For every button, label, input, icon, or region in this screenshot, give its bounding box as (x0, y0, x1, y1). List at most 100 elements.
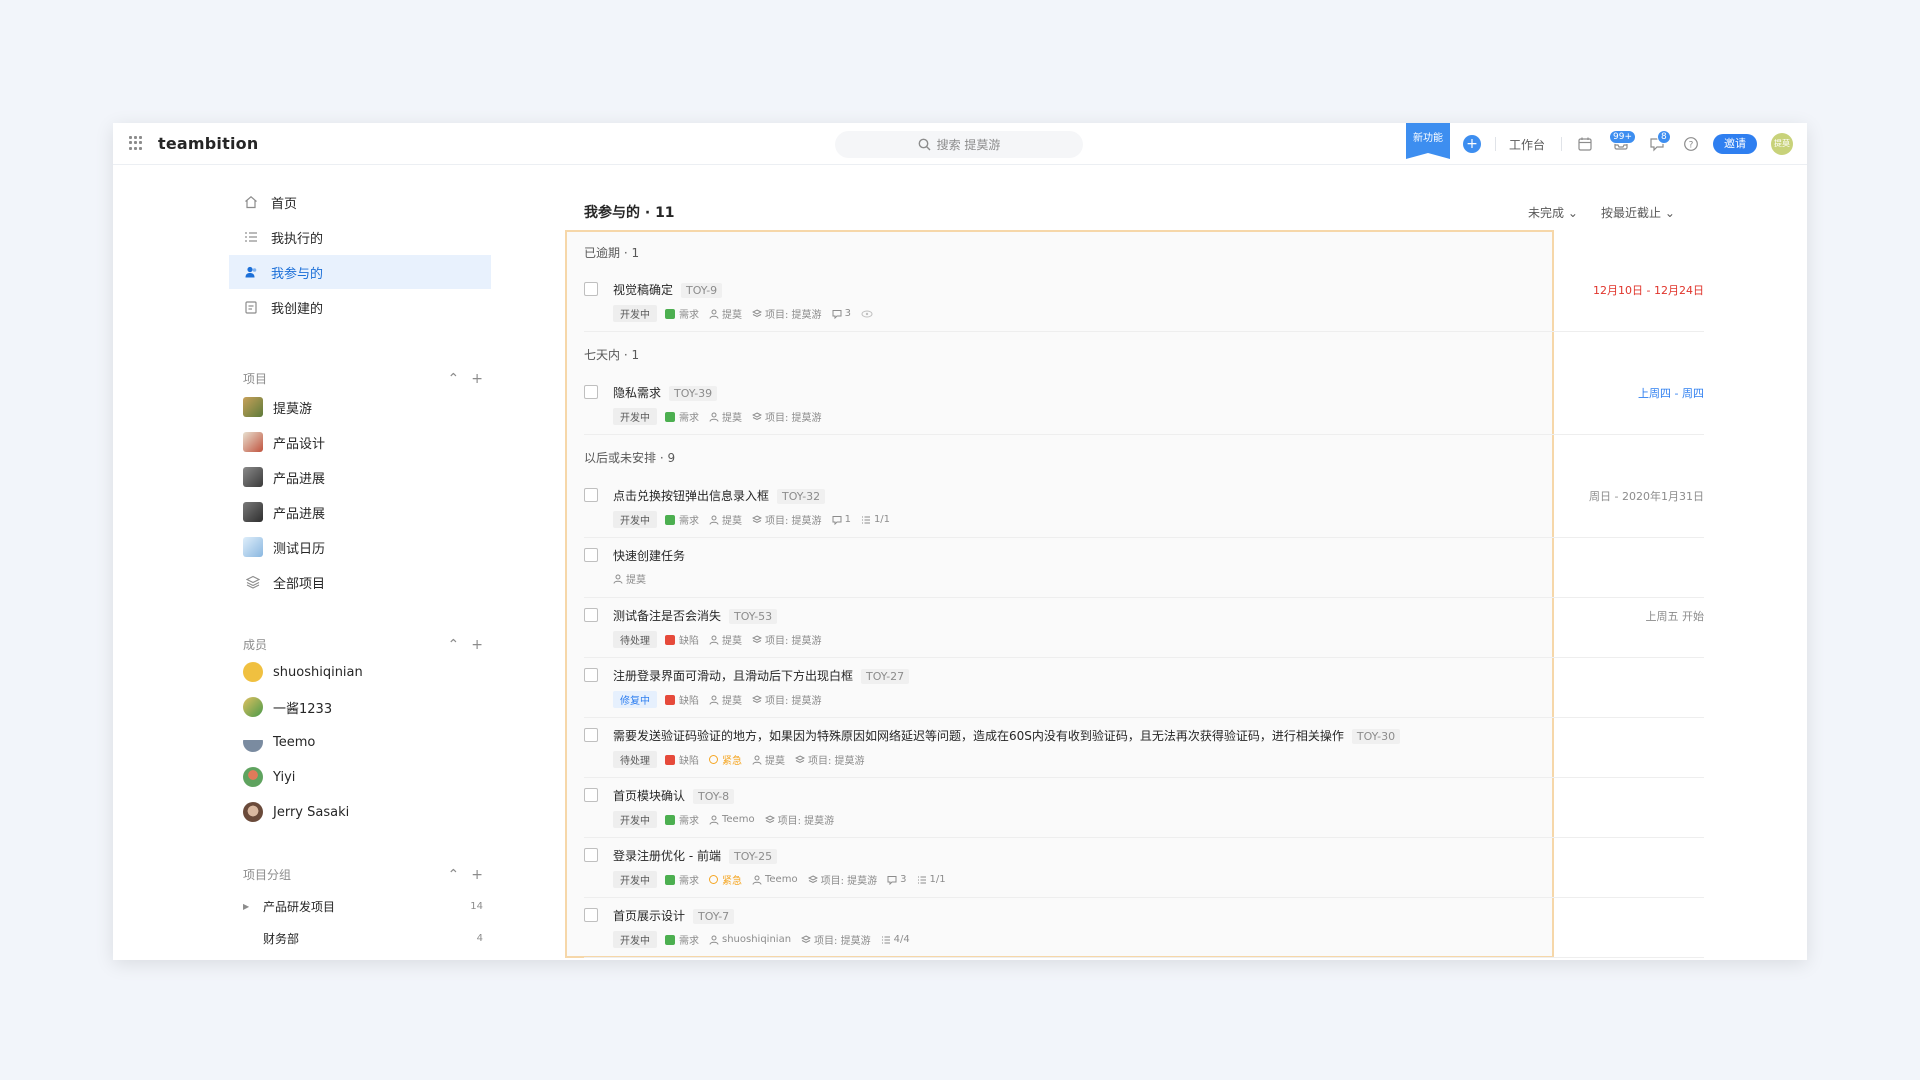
task-title[interactable]: 视觉稿确定 (613, 283, 673, 297)
group-header-later: 以后或未安排 · 9 (584, 451, 676, 465)
project-item[interactable]: 提莫游 (243, 392, 312, 422)
member-label: Yiyi (273, 769, 296, 785)
divider (1495, 137, 1496, 151)
task-checkbox[interactable] (584, 282, 598, 296)
due-date[interactable]: 上周五 开始 (1646, 608, 1705, 624)
task-checkbox[interactable] (584, 728, 598, 742)
add-member-icon[interactable]: + (471, 637, 483, 653)
task-title[interactable]: 注册登录界面可滑动，且滑动后下方出现白框 (613, 669, 853, 683)
task-row[interactable]: 首页模块确认 TOY-8 开发中 需求 Teemo 项目: 提莫游 (584, 778, 1704, 838)
assignee: 提莫 (722, 516, 742, 527)
task-row[interactable]: 注册登录界面可滑动，且滑动后下方出现白框 TOY-27 修复中 缺陷 提莫 项目:… (584, 658, 1704, 718)
project-item[interactable]: 产品设计 (243, 427, 325, 457)
due-date[interactable]: 周日 - 2020年1月31日 (1589, 488, 1704, 504)
status-badge[interactable]: 开发中 (613, 871, 657, 888)
priority-label: 紧急 (722, 756, 742, 767)
task-row[interactable]: 快速创建任务 提莫 (584, 538, 1704, 598)
project-item[interactable]: 测试日历 (243, 532, 325, 562)
task-title[interactable]: 隐私需求 (613, 386, 661, 400)
member-item[interactable]: shuoshiqinian (243, 657, 363, 687)
search-input[interactable]: 搜索 提莫游 (835, 131, 1083, 158)
task-row[interactable]: 登录注册优化 - 前端 TOY-25 开发中 需求 紧急 Teemo 项目: 提莫… (584, 838, 1704, 898)
quick-add-button[interactable]: + (1463, 135, 1481, 153)
user-icon (613, 574, 623, 584)
project-label: 全部项目 (273, 576, 326, 592)
task-checkbox[interactable] (584, 608, 598, 622)
project-thumbnail (243, 537, 263, 557)
status-badge[interactable]: 待处理 (613, 751, 657, 768)
workbench-link[interactable]: 工作台 (1509, 136, 1545, 153)
nav-home[interactable]: 首页 (229, 185, 491, 219)
add-project-icon[interactable]: + (471, 371, 483, 387)
status-filter[interactable]: 未完成 ⌄ (1528, 204, 1578, 221)
avatar (243, 697, 263, 717)
nav-my-tasks[interactable]: 我执行的 (229, 220, 491, 254)
collapse-icon[interactable]: ⌃ (448, 867, 460, 883)
due-date[interactable]: 上周四 - 周四 (1638, 385, 1704, 401)
calendar-icon[interactable] (1577, 136, 1593, 152)
due-date[interactable]: 12月10日 - 12月24日 (1593, 282, 1704, 298)
app-logo[interactable]: teambition (158, 134, 258, 153)
task-checkbox[interactable] (584, 788, 598, 802)
member-item[interactable]: Yiyi (243, 762, 295, 792)
invite-button[interactable]: 邀请 (1713, 134, 1757, 154)
add-group-icon[interactable]: + (471, 867, 483, 883)
task-title[interactable]: 首页展示设计 (613, 909, 685, 923)
status-badge[interactable]: 修复中 (613, 691, 657, 708)
apps-grid-icon[interactable] (129, 136, 143, 150)
all-projects-item[interactable]: 全部项目 (243, 567, 325, 597)
project-icon (807, 874, 818, 883)
project-thumbnail (243, 397, 263, 417)
task-checkbox[interactable] (584, 848, 598, 862)
task-checkbox[interactable] (584, 385, 598, 399)
task-title[interactable]: 测试备注是否会消失 (613, 609, 721, 623)
new-feature-flag[interactable]: 新功能 (1406, 123, 1450, 159)
task-row[interactable]: 首页展示设计 TOY-7 开发中 需求 shuoshiqinian 项目: 提莫游… (584, 898, 1704, 958)
task-checkbox[interactable] (584, 908, 598, 922)
caret-right-icon[interactable]: ▶ (243, 902, 253, 911)
user-icon (709, 412, 719, 422)
task-row[interactable]: 点击兑换按钮弹出信息录入框 TOY-32 开发中 需求 提莫 项目: 提莫游 1 … (584, 478, 1704, 538)
status-badge[interactable]: 开发中 (613, 931, 657, 948)
task-checkbox[interactable] (584, 668, 598, 682)
status-badge[interactable]: 开发中 (613, 511, 657, 528)
task-row[interactable]: 隐私需求 TOY-39 开发中 需求 提莫 项目: 提莫游 上周四 - 周四 (584, 375, 1704, 435)
search-placeholder: 搜索 提莫游 (936, 138, 1001, 152)
requirement-icon (665, 934, 675, 945)
status-badge[interactable]: 开发中 (613, 408, 657, 425)
nav-label: 我参与的 (271, 266, 324, 282)
task-title[interactable]: 首页模块确认 (613, 789, 685, 803)
project-icon (752, 411, 762, 420)
user-icon (709, 635, 719, 645)
task-checkbox[interactable] (584, 548, 598, 562)
project-item[interactable]: 产品进展 (243, 497, 325, 527)
collapse-icon[interactable]: ⌃ (448, 371, 460, 387)
member-item[interactable]: 一酱1233 (243, 692, 332, 722)
group-item[interactable]: ▶ 产品研发项目 14 (243, 894, 483, 918)
user-icon (709, 815, 719, 825)
collapse-icon[interactable]: ⌃ (448, 637, 460, 653)
task-checkbox[interactable] (584, 488, 598, 502)
status-badge[interactable]: 开发中 (613, 811, 657, 828)
task-title[interactable]: 快速创建任务 (613, 549, 685, 563)
task-row[interactable]: 视觉稿确定 TOY-9 开发中 需求 提莫 项目: 提莫游 3 12月10日 - … (584, 272, 1704, 332)
task-row[interactable]: 测试备注是否会消失 TOY-53 待处理 缺陷 提莫 项目: 提莫游 上周五 开始 (584, 598, 1704, 658)
task-title[interactable]: 需要发送验证码验证的地方，如果因为特殊原因如网络延迟等问题，造成在60S内没有收… (613, 729, 1344, 743)
nav-participated[interactable]: 我参与的 (229, 255, 491, 289)
status-badge[interactable]: 待处理 (613, 631, 657, 648)
task-type: 缺陷 (679, 756, 699, 767)
member-item[interactable]: Jerry Sasaki (243, 797, 349, 827)
user-avatar[interactable]: 提莫 (1771, 133, 1793, 155)
task-title[interactable]: 登录注册优化 - 前端 (613, 849, 721, 863)
help-icon[interactable]: ? (1683, 136, 1699, 152)
project-item[interactable]: 产品进展 (243, 462, 325, 492)
status-badge[interactable]: 开发中 (613, 305, 657, 322)
nav-created[interactable]: 我创建的 (229, 290, 491, 324)
project-thumbnail (243, 467, 263, 487)
task-row[interactable]: 需要发送验证码验证的地方，如果因为特殊原因如网络延迟等问题，造成在60S内没有收… (584, 718, 1704, 778)
user-icon (709, 309, 719, 319)
group-item[interactable]: 财务部 4 (243, 926, 483, 950)
member-item[interactable]: Teemo (243, 727, 315, 757)
sort-filter[interactable]: 按最近截止 ⌄ (1601, 204, 1675, 221)
task-title[interactable]: 点击兑换按钮弹出信息录入框 (613, 489, 769, 503)
